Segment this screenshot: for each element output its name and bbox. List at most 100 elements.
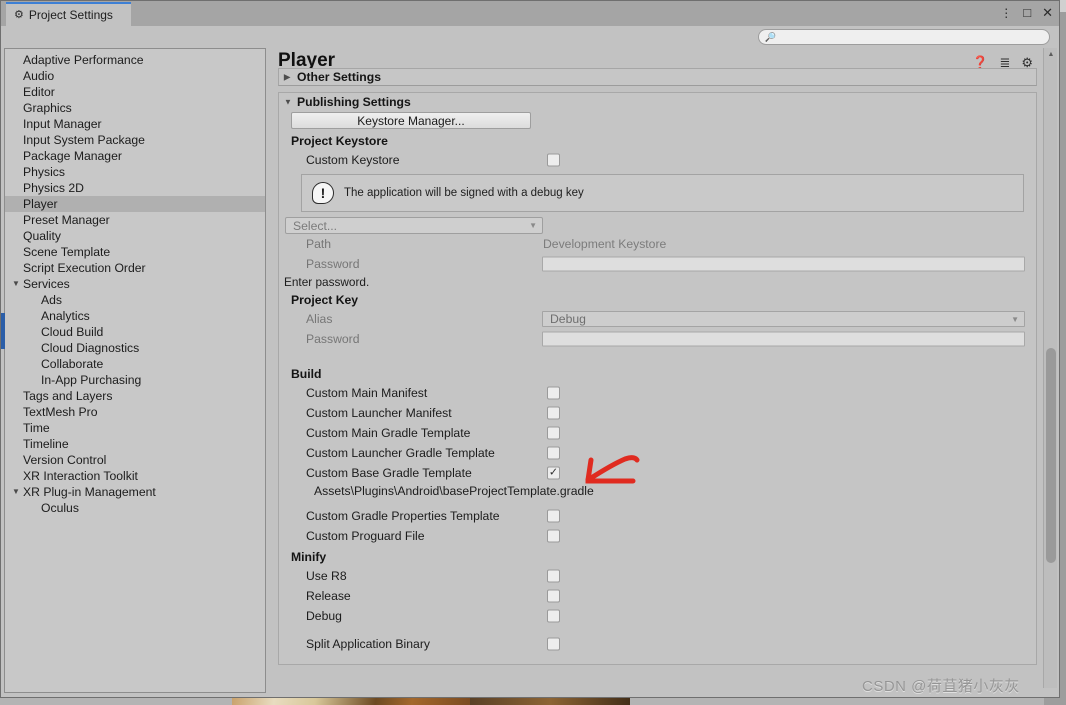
custom-base-gradle-template-checkbox[interactable]: ✓: [547, 466, 560, 480]
sidebar-item-cloud-diagnostics[interactable]: Cloud Diagnostics: [5, 340, 265, 356]
sidebar-item-scene-template[interactable]: Scene Template: [5, 244, 265, 260]
sidebar-item-package-manager[interactable]: Package Manager: [5, 148, 265, 164]
keystore-select-dropdown[interactable]: Select... ▼: [285, 217, 543, 234]
sidebar-item-editor[interactable]: Editor: [5, 84, 265, 100]
row-custom-gradle-properties-template[interactable]: Custom Gradle Properties Template ✓: [279, 506, 1036, 526]
sidebar-item-xr-interaction-toolkit[interactable]: XR Interaction Toolkit: [5, 468, 265, 484]
sidebar-item-services[interactable]: ▼ Services: [5, 276, 265, 292]
sidebar-item-audio[interactable]: Audio: [5, 68, 265, 84]
foldout-other-settings[interactable]: ▶ Other Settings: [278, 68, 1037, 86]
foldout-publishing-settings[interactable]: ▼ Publishing Settings: [279, 93, 1036, 111]
custom-launcher-gradle-template-checkbox[interactable]: ✓: [547, 446, 560, 460]
check-icon: ✓: [548, 466, 559, 479]
keystore-manager-button[interactable]: Keystore Manager...: [291, 112, 531, 129]
sidebar-item-analytics[interactable]: Analytics: [5, 308, 265, 324]
chevron-down-icon[interactable]: ▼: [12, 276, 20, 292]
sidebar-item-label: Cloud Build: [41, 325, 104, 339]
row-release[interactable]: Release ✓: [279, 586, 1036, 606]
row-custom-launcher-manifest[interactable]: Custom Launcher Manifest ✓: [279, 403, 1036, 423]
search-row: 🔍: [1, 26, 1059, 48]
row-custom-base-gradle-template[interactable]: Custom Base Gradle Template ✓: [279, 463, 1036, 483]
row-debug[interactable]: Debug ✓: [279, 606, 1036, 626]
sidebar-item-oculus[interactable]: Oculus: [5, 500, 265, 516]
scroll-up-icon[interactable]: ▲: [1044, 48, 1058, 60]
maximize-icon[interactable]: □: [1023, 6, 1031, 19]
build-rows: Custom Main Manifest✓Custom Launcher Man…: [279, 383, 1036, 483]
sidebar-item-timeline[interactable]: Timeline: [5, 436, 265, 452]
chevron-down-icon[interactable]: ▼: [12, 484, 20, 500]
split-application-binary-label: Split Application Binary: [306, 637, 430, 651]
key-password-input[interactable]: [542, 331, 1025, 347]
sidebar-item-label: Input Manager: [23, 117, 102, 131]
row-custom-main-gradle-template[interactable]: Custom Main Gradle Template ✓: [279, 423, 1036, 443]
row-keystore-password[interactable]: Password: [279, 254, 1036, 274]
custom-main-manifest-label: Custom Main Manifest: [306, 386, 428, 400]
row-custom-keystore[interactable]: Custom Keystore ✓: [279, 150, 1036, 170]
custom-gradle-properties-template-checkbox[interactable]: ✓: [547, 509, 560, 523]
use-r8-checkbox[interactable]: ✓: [547, 569, 560, 583]
close-icon[interactable]: ✕: [1042, 6, 1053, 19]
sidebar-item-time[interactable]: Time: [5, 420, 265, 436]
chevron-right-icon: ▶: [284, 72, 291, 82]
scrollbar-thumb[interactable]: [1046, 348, 1056, 563]
project-key-heading: Project Key: [291, 293, 359, 307]
sidebar-item-physics[interactable]: Physics: [5, 164, 265, 180]
search-input[interactable]: [780, 31, 1036, 43]
split-application-binary-checkbox[interactable]: ✓: [547, 637, 560, 651]
key-alias-dropdown[interactable]: Debug ▼: [542, 311, 1025, 327]
sidebar-item-textmesh-pro[interactable]: TextMesh Pro: [5, 404, 265, 420]
row-key-alias[interactable]: Alias Debug ▼: [279, 309, 1036, 329]
row-custom-proguard-file[interactable]: Custom Proguard File ✓: [279, 526, 1036, 546]
sidebar-item-script-execution-order[interactable]: Script Execution Order: [5, 260, 265, 276]
sidebar-item-input-system-package[interactable]: Input System Package: [5, 132, 265, 148]
sidebar-item-label: Preset Manager: [23, 213, 110, 227]
use-r8-label: Use R8: [306, 569, 347, 583]
sidebar-item-version-control[interactable]: Version Control: [5, 452, 265, 468]
sidebar-item-label: Tags and Layers: [23, 389, 113, 403]
chevron-down-icon: ▼: [1011, 314, 1019, 324]
sidebar-item-ads[interactable]: Ads: [5, 292, 265, 308]
sidebar-item-graphics[interactable]: Graphics: [5, 100, 265, 116]
sidebar-item-tags-and-layers[interactable]: Tags and Layers: [5, 388, 265, 404]
search-box[interactable]: 🔍: [758, 29, 1050, 45]
row-custom-launcher-gradle-template[interactable]: Custom Launcher Gradle Template ✓: [279, 443, 1036, 463]
settings-sidebar[interactable]: Adaptive Performance Audio Editor Graphics I…: [4, 48, 266, 693]
custom-gradle-properties-template-label: Custom Gradle Properties Template: [306, 509, 500, 523]
row-use-r8[interactable]: Use R8 ✓: [279, 566, 1036, 586]
main-scrollbar[interactable]: ▲: [1043, 48, 1057, 688]
keystore-path-value: Development Keystore: [543, 237, 667, 251]
sidebar-item-collaborate[interactable]: Collaborate: [5, 356, 265, 372]
window-menu-icon[interactable]: ⋮: [1000, 7, 1012, 19]
sidebar-item-player[interactable]: Player: [5, 196, 265, 212]
minify-rows: Use R8 ✓ Release ✓ Debug ✓: [279, 566, 1036, 626]
sidebar-item-input-manager[interactable]: Input Manager: [5, 116, 265, 132]
custom-keystore-checkbox[interactable]: ✓: [547, 153, 560, 167]
custom-launcher-manifest-label: Custom Launcher Manifest: [306, 406, 452, 420]
custom-main-gradle-template-checkbox[interactable]: ✓: [547, 426, 560, 440]
tab-project-settings[interactable]: ⚙ Project Settings: [6, 2, 131, 26]
sidebar-item-physics-2d[interactable]: Physics 2D: [5, 180, 265, 196]
sidebar-item-cloud-build[interactable]: Cloud Build: [5, 324, 265, 340]
release-checkbox[interactable]: ✓: [547, 589, 560, 603]
sidebar-item-label: Version Control: [23, 453, 107, 467]
sidebar-item-label: Editor: [23, 85, 55, 99]
debug-checkbox[interactable]: ✓: [547, 609, 560, 623]
custom-main-manifest-checkbox[interactable]: ✓: [547, 386, 560, 400]
sidebar-item-label: Package Manager: [23, 149, 122, 163]
row-custom-main-manifest[interactable]: Custom Main Manifest ✓: [279, 383, 1036, 403]
window-controls: ⋮ □ ✕: [1000, 6, 1053, 19]
row-keystore-path: Path Development Keystore: [279, 234, 1036, 254]
sidebar-item-label: Analytics: [41, 309, 90, 323]
custom-proguard-file-checkbox[interactable]: ✓: [547, 529, 560, 543]
sidebar-item-xr-plug-in-management[interactable]: ▼ XR Plug-in Management: [5, 484, 265, 500]
sidebar-item-in-app-purchasing[interactable]: In-App Purchasing: [5, 372, 265, 388]
sidebar-item-preset-manager[interactable]: Preset Manager: [5, 212, 265, 228]
keystore-password-input[interactable]: [542, 256, 1025, 272]
project-settings-window: ⚙ Project Settings ⋮ □ ✕ 🔍 Adaptive Perf…: [0, 0, 1060, 698]
row-key-password[interactable]: Password: [279, 329, 1036, 349]
sidebar-item-quality[interactable]: Quality: [5, 228, 265, 244]
custom-launcher-manifest-checkbox[interactable]: ✓: [547, 406, 560, 420]
window-tabbar: ⚙ Project Settings ⋮ □ ✕: [1, 1, 1059, 26]
sidebar-item-adaptive-performance[interactable]: Adaptive Performance: [5, 52, 265, 68]
row-split-application-binary[interactable]: Split Application Binary ✓: [279, 634, 1036, 654]
